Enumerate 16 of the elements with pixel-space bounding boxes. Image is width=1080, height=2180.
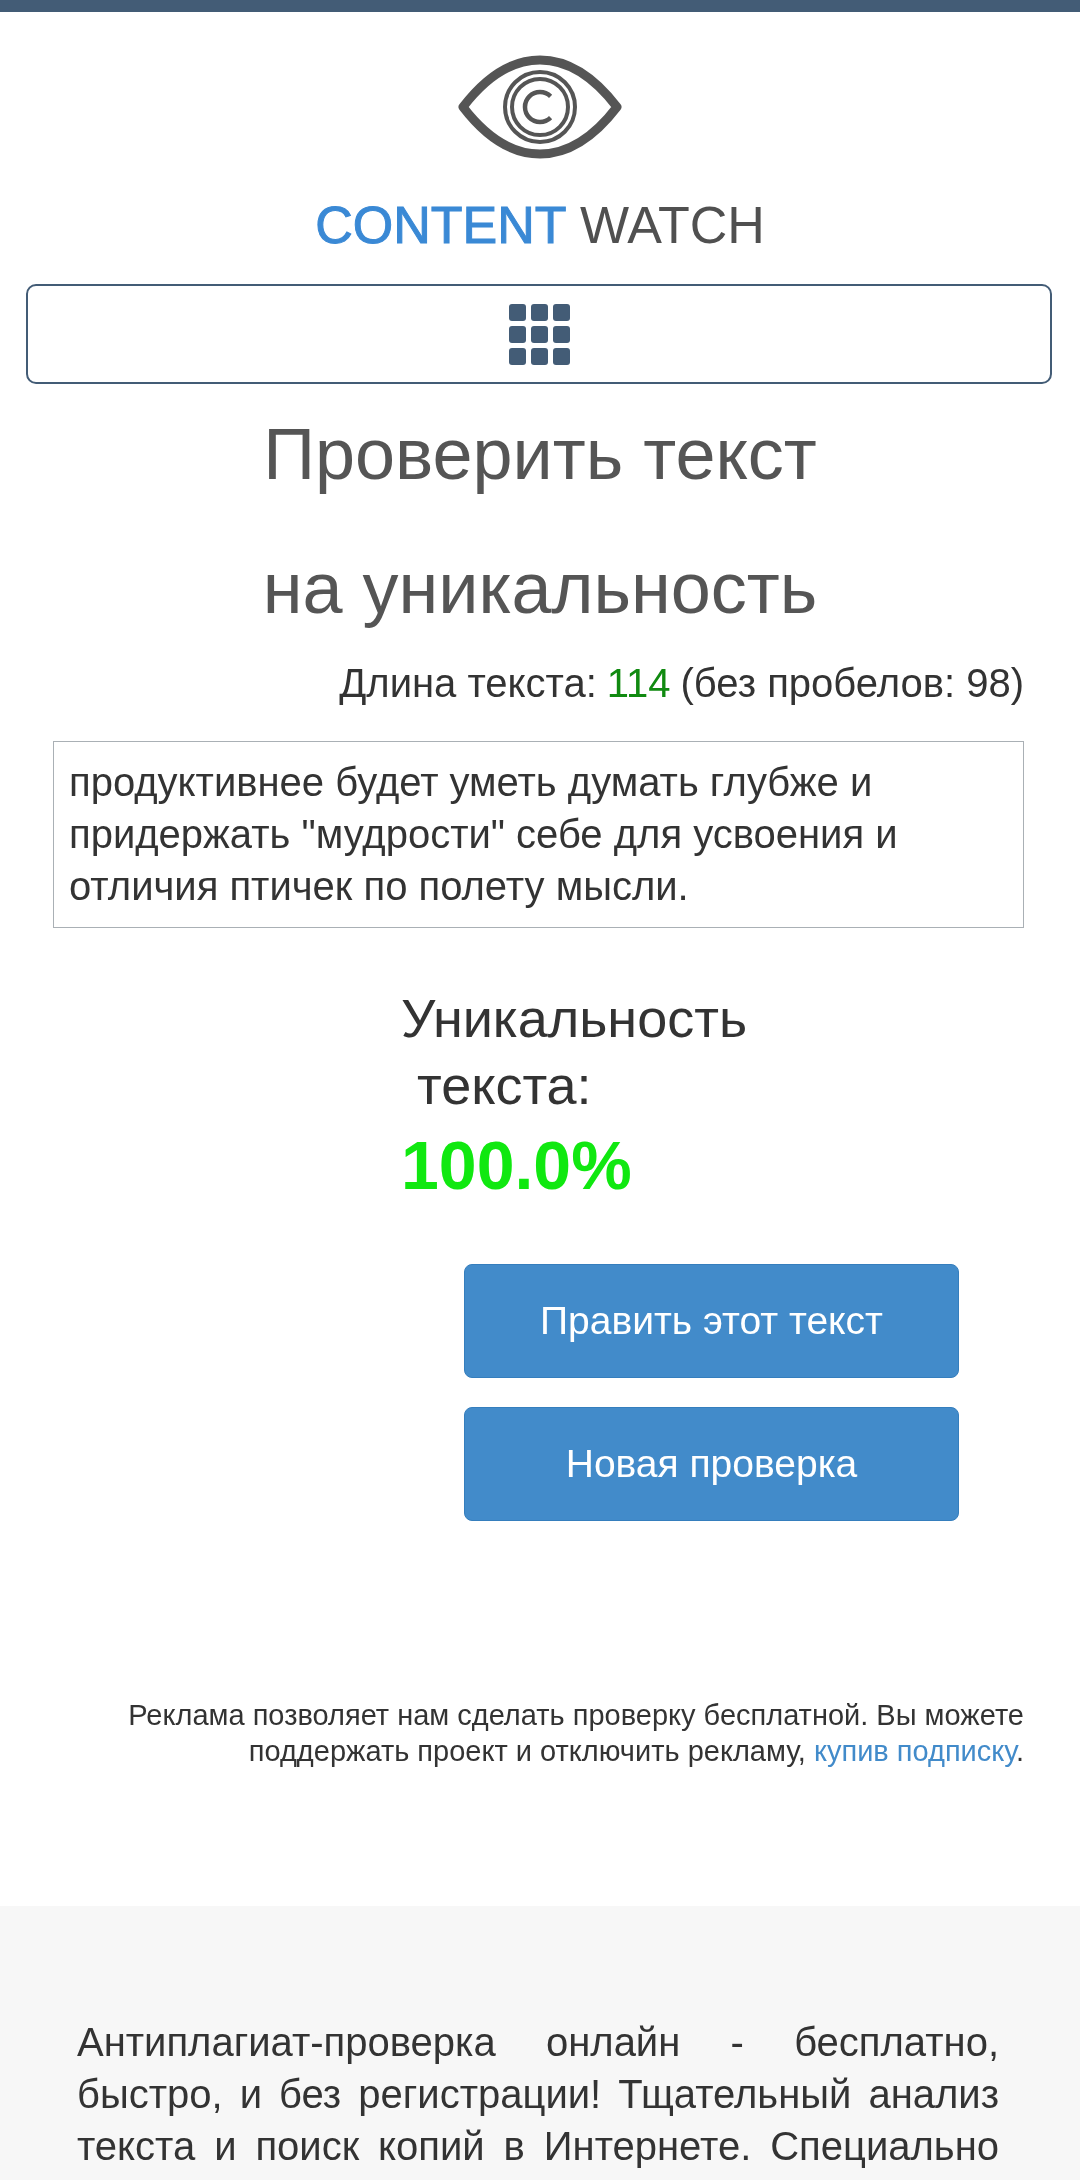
uniqueness-label: Уникальность текста: [401,987,749,1117]
new-check-button[interactable]: Новая проверка [464,1407,959,1521]
service-description: Антиплагиат-проверка онлайн - бесплатно, быстро, и без регистрации! Тщательный анализ текста и поиск копий в Интернете. Специально [77,2019,999,2170]
character-count: 114 [606,660,671,707]
eye-logo-icon [457,55,623,159]
text-input-field[interactable]: продуктивнее будет уметь думать глубже и придержать "мудрости" себе для усвоения и отличия птичек по полету мысли. [53,741,1024,928]
menu-button[interactable] [26,284,1052,384]
page-heading: Проверить текст на уникальность [261,413,819,630]
menu-grid-icon [508,303,570,365]
ad-notice: Реклама позволяет нам сделать проверку бесплатной. Вы можете поддержать проект и отключить рекламу, купив подписку. [127,1698,1024,1769]
count-without-spaces: (без пробелов: 98) [680,660,1024,707]
edit-text-button[interactable]: Править этот текст [464,1264,959,1378]
text-length-label: Длина текста: [339,660,597,707]
subscribe-link[interactable]: купив подписку [813,1735,1016,1767]
uniqueness-value: 100.0% [401,1126,632,1205]
logo-wordmark: CONTENT WATCH [315,198,765,252]
